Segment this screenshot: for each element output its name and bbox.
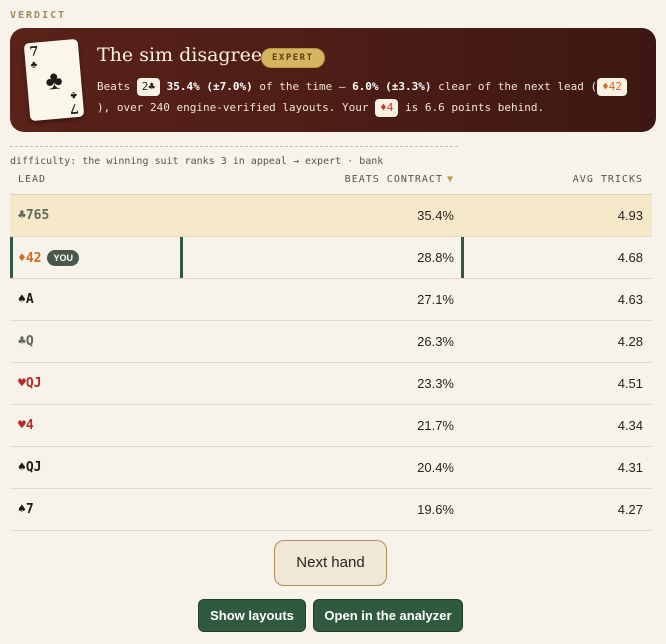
lead-cell: ♠QJ	[18, 460, 42, 475]
you-marker	[10, 237, 13, 278]
avg-cell: 4.63	[617, 292, 643, 307]
beats-cell: 19.6%	[417, 502, 454, 517]
table-row[interactable]: ♣Q 26.3% 4.28	[10, 321, 652, 363]
summary-beats: Beats	[97, 80, 131, 93]
beats-cell: 23.3%	[417, 376, 454, 391]
avg-cell: 4.68	[617, 250, 643, 265]
lead-cell: ♣Q	[18, 334, 34, 349]
summary-clear: 6.0% (±3.3%)	[352, 80, 432, 93]
level-badge: EXPERT	[261, 48, 325, 68]
table-row[interactable]: ♦42 YOU 28.8% 4.68	[10, 237, 652, 279]
sort-desc-icon: ▼	[446, 174, 454, 185]
beats-cell: 28.8%	[417, 250, 454, 265]
best-lead-chip: 2♣	[136, 78, 160, 96]
verdict-label: VERDICT	[10, 10, 67, 21]
lead-cell: ♠A	[18, 292, 34, 307]
show-layouts-button[interactable]: Show layouts	[198, 599, 306, 632]
summary-text4: is 6.6 points behind.	[405, 101, 545, 114]
open-analyzer-button[interactable]: Open in the analyzer	[313, 599, 463, 632]
lead-cell: ♣765	[18, 208, 50, 223]
lead-cell: ♦42 YOU	[18, 250, 79, 266]
avg-cell: 4.28	[617, 334, 643, 349]
playing-card: 7 ♣ ♣ ♣ 7	[23, 38, 85, 122]
card-rank-top: 7	[28, 44, 40, 61]
you-marker	[180, 237, 183, 278]
avg-cell: 4.27	[617, 502, 643, 517]
summary-text2: clear of the next lead (	[438, 80, 598, 93]
table-row[interactable]: ♥QJ 23.3% 4.51	[10, 363, 652, 405]
difficulty-note: difficulty: the winning suit ranks 3 in …	[10, 156, 384, 167]
card-rank-bottom: 7	[68, 99, 80, 116]
table-row[interactable]: ♥4 21.7% 4.34	[10, 405, 652, 447]
avg-cell: 4.93	[617, 208, 643, 223]
next-lead-chip: ♦42	[597, 78, 627, 96]
verdict-banner: 7 ♣ ♣ ♣ 7 The sim disagrees. EXPERT Beat…	[10, 28, 656, 132]
beats-cell: 26.3%	[417, 334, 454, 349]
your-lead-chip: ♦4	[375, 99, 399, 117]
divider	[10, 146, 458, 147]
header-beats-label: BEATS CONTRACT	[344, 174, 443, 185]
verdict-headline: The sim disagrees.	[97, 44, 278, 66]
beats-cell: 20.4%	[417, 460, 454, 475]
header-beats-contract[interactable]: BEATS CONTRACT ▼	[345, 174, 454, 185]
lead-cell: ♥4	[18, 418, 34, 433]
verdict-summary: Beats 2♣ 35.4% (±7.0%) of the time — 6.0…	[97, 76, 637, 118]
avg-cell: 4.34	[617, 418, 643, 433]
beats-cell: 21.7%	[417, 418, 454, 433]
beats-cell: 35.4%	[417, 208, 454, 223]
summary-text3: ), over 240 engine-verified layouts. You…	[97, 101, 369, 114]
table-row[interactable]: ♣765 35.4% 4.93	[10, 195, 652, 237]
lead-text: ♦42	[18, 251, 42, 266]
lead-cell: ♠7	[18, 502, 34, 517]
beats-cell: 27.1%	[417, 292, 454, 307]
next-hand-button[interactable]: Next hand	[274, 540, 387, 586]
table-header: LEAD BEATS CONTRACT ▼ AVG TRICKS	[10, 172, 652, 195]
you-badge: YOU	[47, 250, 79, 266]
you-marker	[461, 237, 464, 278]
lead-cell: ♥QJ	[18, 376, 42, 391]
summary-text1: of the time —	[259, 80, 353, 93]
table-row[interactable]: ♠A 27.1% 4.63	[10, 279, 652, 321]
table-row[interactable]: ♠QJ 20.4% 4.31	[10, 447, 652, 489]
avg-cell: 4.51	[617, 376, 643, 391]
leads-table: LEAD BEATS CONTRACT ▼ AVG TRICKS ♣765 35.…	[10, 172, 652, 531]
header-avg-tricks[interactable]: AVG TRICKS	[573, 174, 643, 185]
summary-pct: 35.4% (±7.0%)	[166, 80, 253, 93]
header-lead[interactable]: LEAD	[18, 174, 46, 185]
avg-cell: 4.31	[617, 460, 643, 475]
table-row[interactable]: ♠7 19.6% 4.27	[10, 489, 652, 531]
